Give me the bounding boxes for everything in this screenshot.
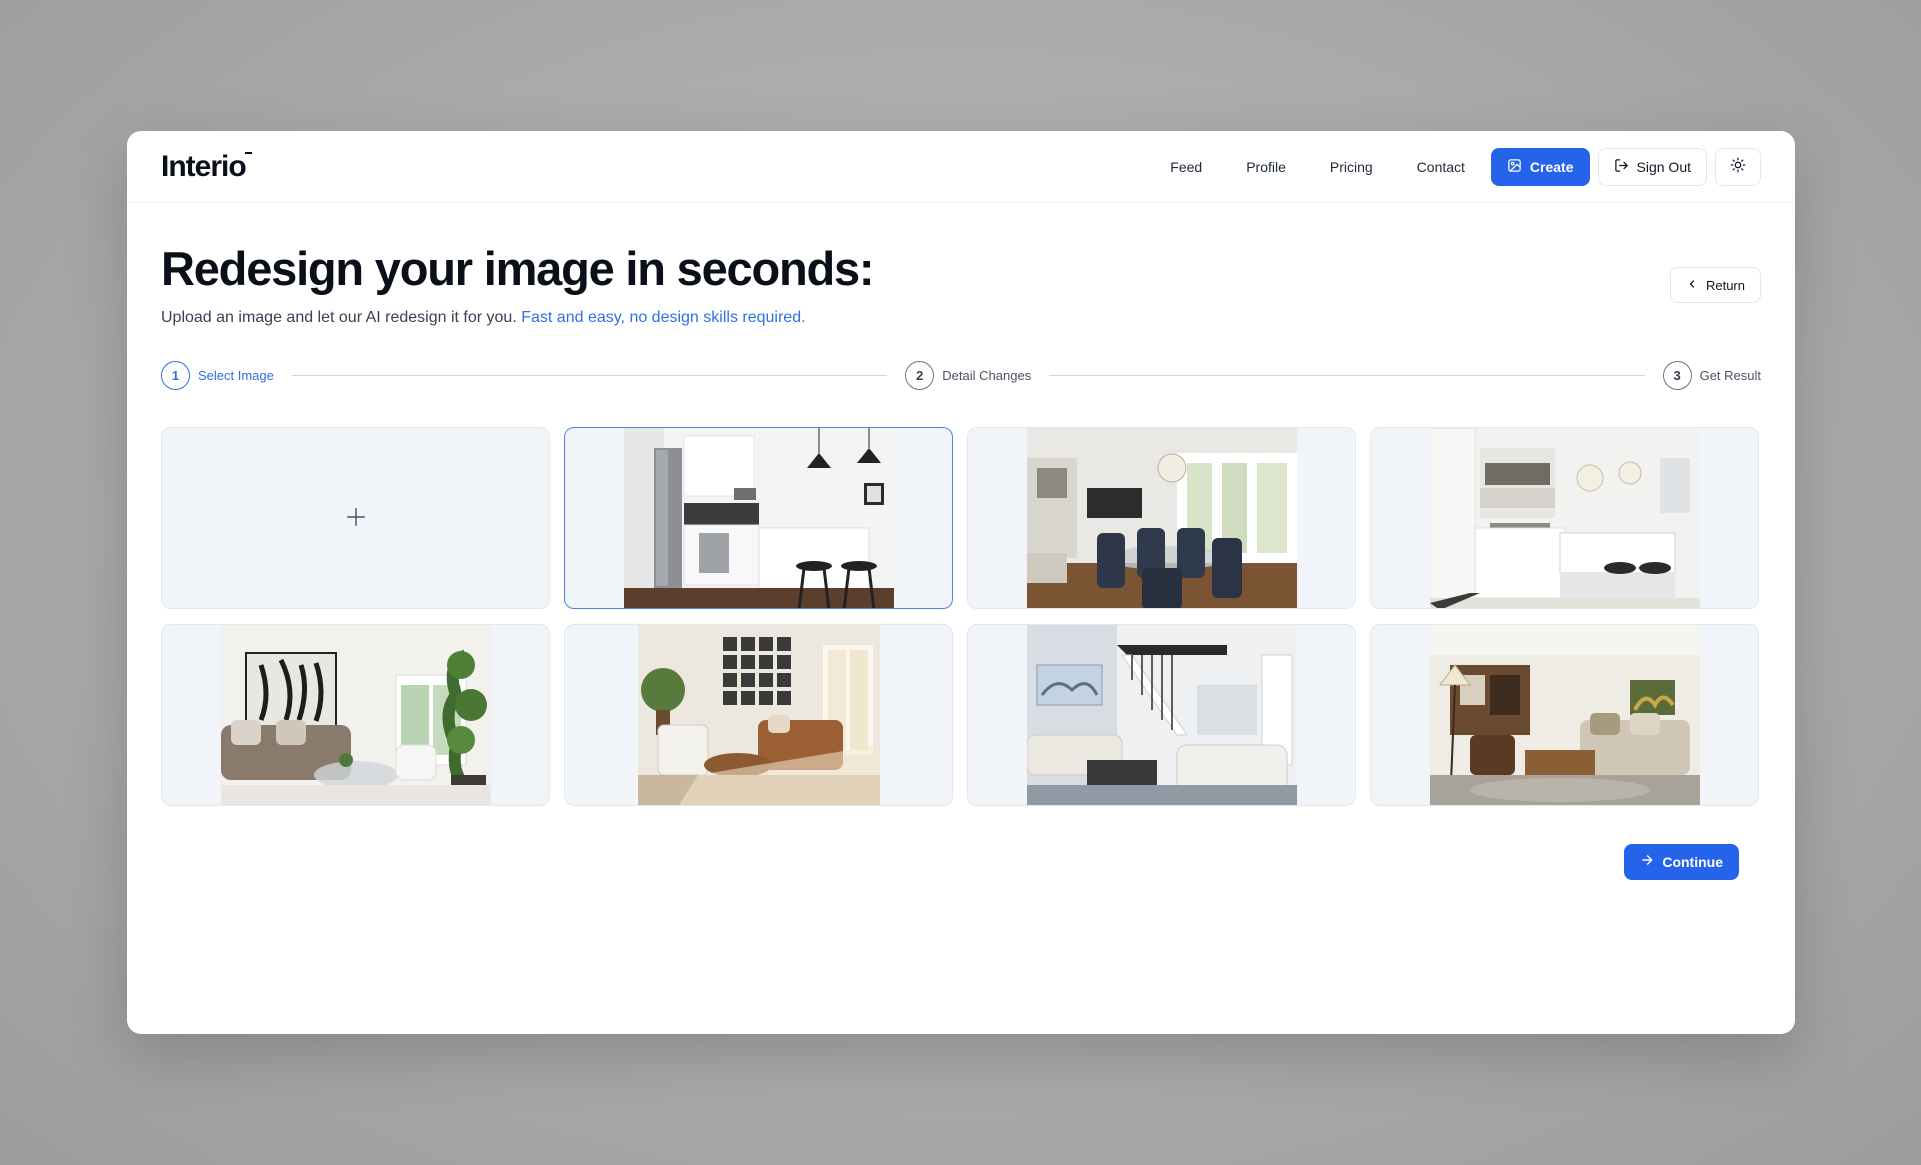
- page-title: Redesign your image in seconds:: [161, 242, 875, 295]
- create-button-label: Create: [1529, 158, 1574, 175]
- step-number: 2: [905, 361, 935, 391]
- sign-out-label: Sign Out: [1636, 158, 1691, 175]
- page-subtitle: Upload an image and let our AI redesign …: [161, 309, 1761, 327]
- nav-link-pricing[interactable]: Pricing: [1312, 149, 1391, 185]
- continue-row: Continue: [161, 843, 1761, 880]
- living-room-plant-windows-image: [220, 624, 491, 805]
- app-window: Interio Feed Profile Pricing Contact Cre…: [127, 131, 1795, 1034]
- step-label: Detail Changes: [942, 368, 1032, 384]
- step-select-image: 1 Select Image: [161, 361, 274, 391]
- sun-icon: [1730, 157, 1746, 176]
- image-edit-icon: [1507, 158, 1522, 176]
- nav-link-feed[interactable]: Feed: [1152, 149, 1220, 185]
- step-label: Select Image: [198, 368, 274, 384]
- step-connector: [1049, 375, 1645, 377]
- gallery-tile[interactable]: [1370, 623, 1759, 806]
- logo-mark: [244, 151, 252, 154]
- logo[interactable]: Interio: [161, 149, 252, 184]
- step-get-result: 3 Get Result: [1662, 361, 1761, 391]
- nav-link-profile[interactable]: Profile: [1228, 149, 1304, 185]
- step-number: 3: [1662, 361, 1692, 391]
- return-label: Return: [1705, 277, 1745, 293]
- image-gallery: [161, 426, 1761, 806]
- main-content: Redesign your image in seconds: Upload a…: [127, 203, 1795, 880]
- step-number: 1: [161, 361, 190, 391]
- living-room-gallery-wall-image: [637, 624, 880, 805]
- continue-label: Continue: [1662, 853, 1723, 870]
- main-nav: Feed Profile Pricing Contact Create Sign…: [1152, 147, 1761, 186]
- create-button[interactable]: Create: [1490, 147, 1590, 186]
- plus-icon: [345, 498, 367, 537]
- step-label: Get Result: [1699, 368, 1761, 384]
- gallery-tile[interactable]: [564, 623, 953, 806]
- gallery-tile[interactable]: [967, 623, 1356, 806]
- dining-room-chandelier-image: [1026, 427, 1297, 608]
- kitchen-island-pendants-image: [1429, 427, 1700, 608]
- gallery-tile[interactable]: [1370, 426, 1759, 609]
- gallery-tile[interactable]: [967, 426, 1356, 609]
- chevron-left-icon: [1686, 278, 1698, 293]
- open-plan-living-room-image: [1429, 624, 1700, 805]
- subtitle-accent: Fast and easy, no design skills required…: [521, 308, 806, 326]
- top-navbar: Interio Feed Profile Pricing Contact Cre…: [127, 131, 1795, 203]
- continue-button[interactable]: Continue: [1624, 843, 1739, 880]
- sign-out-button[interactable]: Sign Out: [1597, 147, 1707, 186]
- kitchen-white-bar-stools-image: [623, 427, 894, 608]
- gallery-tile[interactable]: [161, 623, 550, 806]
- logout-icon: [1614, 158, 1629, 176]
- nav-link-contact[interactable]: Contact: [1399, 149, 1483, 185]
- logo-text: Interio: [161, 149, 247, 183]
- step-connector: [291, 375, 888, 377]
- arrow-right-icon: [1640, 853, 1654, 870]
- living-room-staircase-image: [1026, 624, 1297, 805]
- theme-toggle-button[interactable]: [1715, 147, 1761, 186]
- stepper: 1 Select Image 2 Detail Changes 3 Get Re…: [161, 361, 1761, 391]
- upload-tile[interactable]: [161, 426, 550, 609]
- gallery-tile-selected[interactable]: [564, 426, 953, 609]
- step-detail-changes: 2 Detail Changes: [905, 361, 1032, 391]
- subtitle-text: Upload an image and let our AI redesign …: [161, 308, 517, 326]
- return-button[interactable]: Return: [1669, 267, 1761, 303]
